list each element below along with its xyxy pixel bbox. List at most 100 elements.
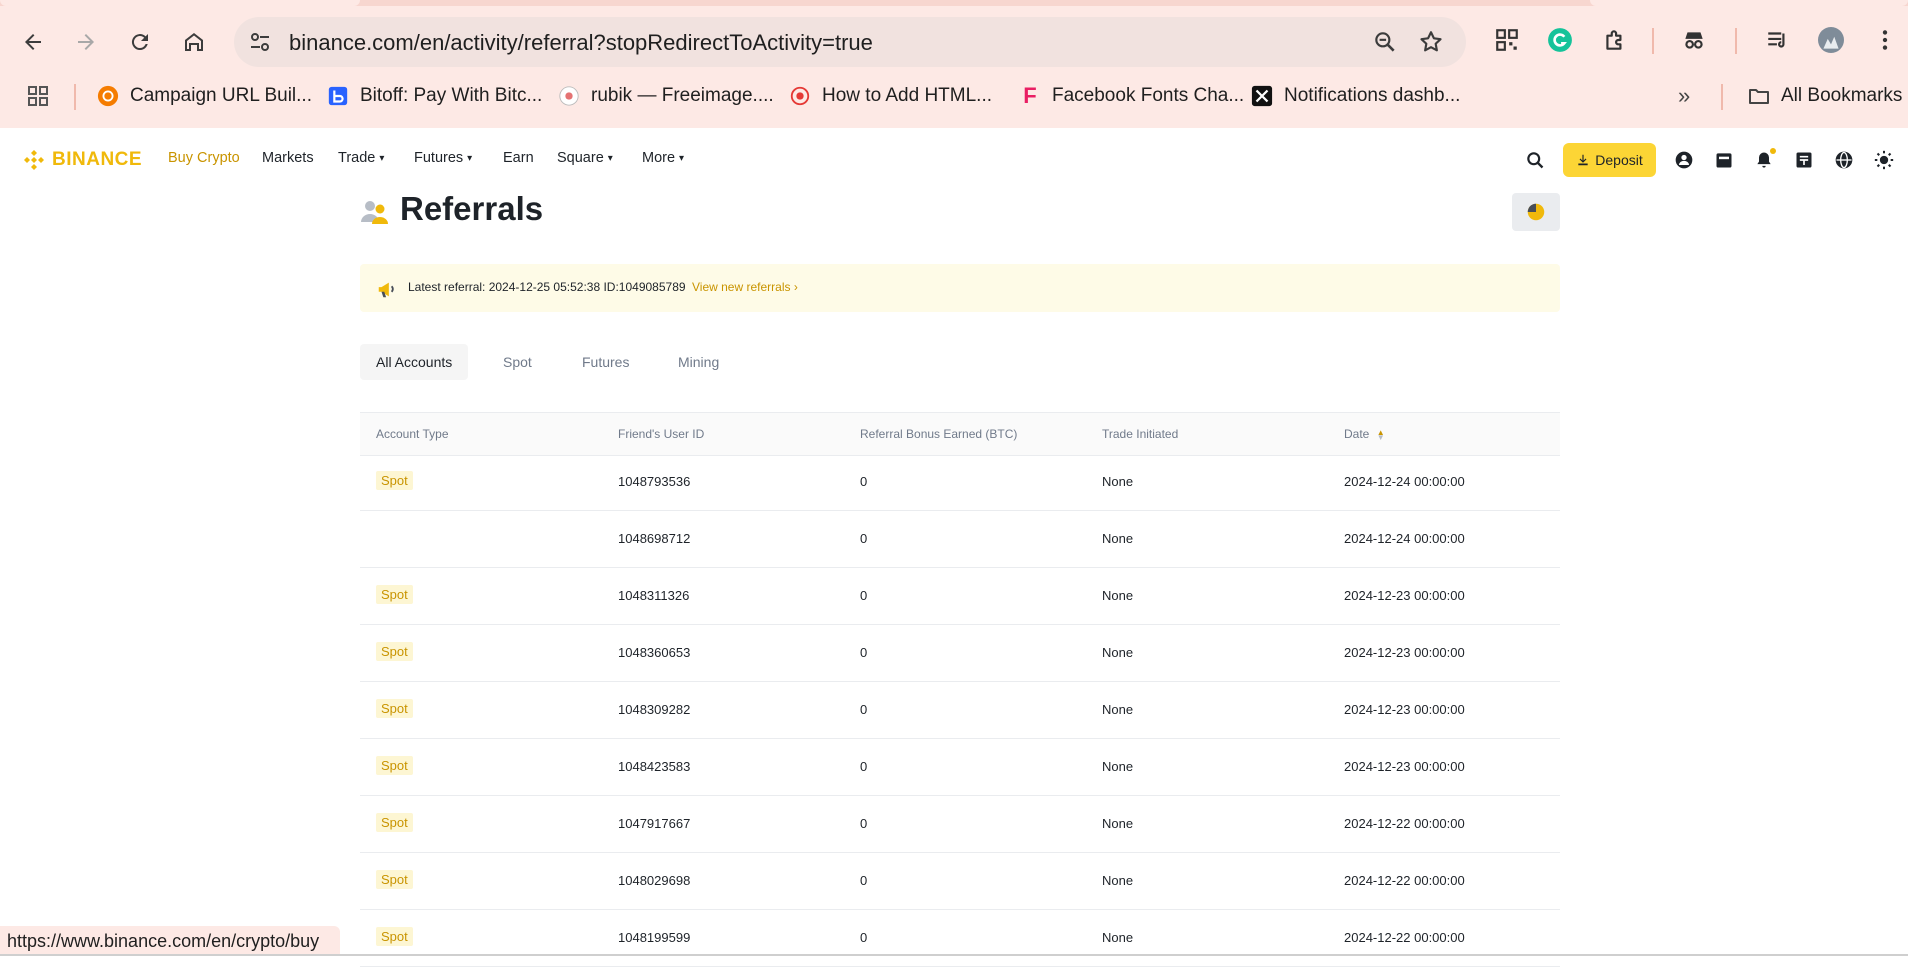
qr-code-extension-icon[interactable] [1491, 24, 1523, 56]
bookmark-label: Facebook Fonts Cha... [1052, 85, 1245, 106]
account-type-badge: Spot [376, 813, 413, 832]
url-text[interactable]: binance.com/en/activity/referral?stopRed… [289, 30, 873, 56]
browser-tab[interactable] [1590, 0, 1908, 6]
user-id-cell: 1048423583 [618, 759, 691, 774]
grammarly-extension-icon[interactable] [1544, 24, 1576, 56]
bonus-cell: 0 [860, 588, 868, 603]
trade-initiated-cell: None [1102, 816, 1134, 831]
bookmark-star-icon[interactable] [1418, 29, 1444, 55]
statistics-button[interactable] [1512, 193, 1560, 231]
table-row: Spot 1048199599 0 None 2024-12-22 00:00:00 [360, 910, 1560, 967]
referral-users-icon [361, 201, 388, 224]
date-cell: 2024-12-22 00:00:00 [1344, 816, 1465, 831]
trade-initiated-cell: None [1102, 759, 1134, 774]
nav-label: More [642, 150, 676, 166]
all-bookmarks-button[interactable]: All Bookmarks [1747, 82, 1902, 110]
account-type-badge: Spot [376, 585, 413, 604]
tab-all-accounts[interactable]: All Accounts [360, 344, 469, 380]
date-cell: 2024-12-23 00:00:00 [1344, 588, 1465, 603]
zoom-icon[interactable] [1372, 29, 1398, 55]
nav-more[interactable]: More ▾ [642, 150, 684, 166]
nav-buy-crypto[interactable]: Buy Crypto [168, 150, 240, 166]
nav-markets[interactable]: Markets [262, 150, 314, 166]
bitoff-favicon [326, 84, 350, 108]
bookmark-label: How to Add HTML... [822, 85, 993, 106]
reload-button[interactable] [123, 25, 157, 59]
nav-square[interactable]: Square ▾ [557, 150, 613, 166]
trade-initiated-cell: None [1102, 531, 1134, 546]
tab-mining[interactable]: Mining [678, 344, 719, 380]
bookmark-notifications[interactable]: Notifications dashb... [1250, 82, 1460, 110]
date-column-header[interactable]: Date ▲ ▼ [1344, 427, 1385, 441]
download-app-icon[interactable] [1792, 148, 1816, 172]
bonus-cell: 0 [860, 759, 868, 774]
browser-menu-icon[interactable] [1869, 24, 1901, 56]
date-cell: 2024-12-22 00:00:00 [1344, 930, 1465, 945]
notifications-favicon [1250, 84, 1274, 108]
site-header: BINANCE Buy Crypto Markets Trade ▾ Future… [0, 128, 1908, 192]
sort-icon[interactable]: ▲ ▼ [1377, 428, 1385, 441]
bonus-cell: 0 [860, 816, 868, 831]
trade-initiated-cell: None [1102, 588, 1134, 603]
nav-label: Buy Crypto [168, 150, 240, 166]
campaign-favicon [96, 84, 120, 108]
user-id-cell: 1047917667 [618, 816, 691, 831]
latest-referral-text: Latest referral: 2024-12-25 05:52:38 ID:… [408, 280, 686, 294]
arrow-left-icon [25, 34, 41, 50]
profile-avatar[interactable] [1815, 24, 1847, 56]
pie-chart-icon [1527, 203, 1545, 221]
binance-logo[interactable]: BINANCE [22, 148, 142, 172]
theme-settings-icon[interactable] [1872, 148, 1896, 172]
latest-referral-banner: Latest referral: 2024-12-25 05:52:38 ID:… [360, 264, 1560, 312]
table-row: Spot 1048029698 0 None 2024-12-22 00:00:00 [360, 853, 1560, 910]
table-header: Account Type Friend's User ID Referral B… [360, 412, 1560, 456]
nav-futures[interactable]: Futures ▾ [414, 150, 472, 166]
forward-button[interactable] [69, 25, 103, 59]
bookmark-freeimage[interactable]: rubik — Freeimage.... [557, 82, 774, 110]
column-header: Account Type [376, 427, 449, 441]
wallet-icon[interactable] [1712, 148, 1736, 172]
nav-trade[interactable]: Trade ▾ [338, 150, 384, 166]
chevron-down-icon: ▾ [467, 152, 473, 164]
user-id-cell: 1048698712 [618, 531, 691, 546]
tab-futures[interactable]: Futures [582, 344, 629, 380]
notification-dot [1770, 148, 1776, 154]
back-button[interactable] [16, 25, 50, 59]
trade-initiated-cell: None [1102, 645, 1134, 660]
bookmark-html[interactable]: How to Add HTML... [788, 82, 992, 110]
nav-label: Earn [503, 150, 534, 166]
bell-icon[interactable] [1752, 148, 1776, 172]
tab-spot[interactable]: Spot [503, 344, 532, 380]
browser-tab[interactable] [0, 0, 360, 6]
bookmark-campaign-url[interactable]: Campaign URL Buil... [96, 82, 312, 110]
megaphone-icon [378, 282, 394, 298]
account-type-badge: Spot [376, 927, 413, 946]
extensions-puzzle-icon[interactable] [1599, 24, 1631, 56]
chevron-down-icon: ▾ [679, 152, 685, 164]
table-row: Spot 1048423583 0 None 2024-12-23 00:00:00 [360, 739, 1560, 796]
media-playlist-icon[interactable] [1762, 24, 1794, 56]
search-icon[interactable] [1523, 148, 1547, 172]
account-type-badge: Spot [376, 756, 413, 775]
column-header: Referral Bonus Earned (BTC) [860, 427, 1018, 441]
bookmark-facebook-fonts[interactable]: F Facebook Fonts Cha... [1018, 82, 1244, 110]
folder-icon [1747, 84, 1771, 108]
globe-icon[interactable] [1832, 148, 1856, 172]
date-cell: 2024-12-22 00:00:00 [1344, 873, 1465, 888]
bookmark-bitoff[interactable]: Bitoff: Pay With Bitc... [326, 82, 542, 110]
user-id-cell: 1048199599 [618, 930, 691, 945]
incognito-icon[interactable] [1678, 24, 1710, 56]
apps-grid-icon[interactable] [26, 82, 50, 110]
home-button[interactable] [177, 25, 211, 59]
nav-earn[interactable]: Earn [503, 150, 534, 166]
account-type-badge: Spot [376, 642, 413, 661]
table-row: Spot 1048793536 0 None 2024-12-24 00:00:00 [360, 454, 1560, 511]
address-bar[interactable]: binance.com/en/activity/referral?stopRed… [234, 17, 1466, 67]
user-id-cell: 1048311326 [618, 588, 690, 603]
deposit-button[interactable]: Deposit [1563, 143, 1656, 177]
view-new-referrals-link[interactable]: View new referrals › [692, 280, 798, 294]
bookmarks-overflow-button[interactable]: » [1678, 82, 1690, 110]
site-settings-icon[interactable] [248, 30, 272, 54]
account-icon[interactable] [1672, 148, 1696, 172]
logo-text: BINANCE [52, 149, 143, 170]
